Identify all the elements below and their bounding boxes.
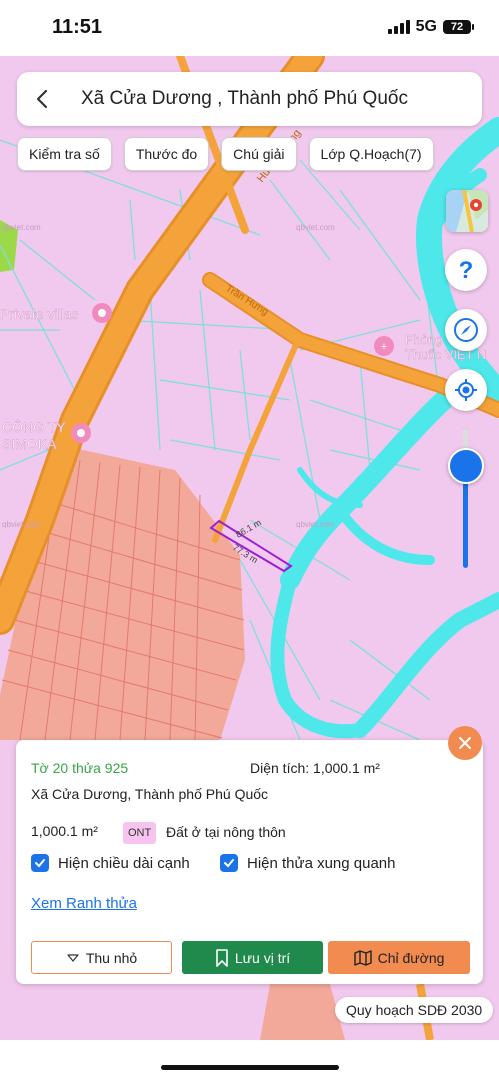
- checkbox-checked-icon: [220, 854, 238, 872]
- show-edges-label: Hiện chiều dài cạnh: [58, 854, 190, 872]
- save-location-label: Lưu vị trí: [234, 949, 291, 966]
- parcel-area-label: Diện tích: 1,000.1 m²: [250, 760, 380, 776]
- parcel-address: Xã Cửa Dương, Thành phố Phú Quốc: [31, 786, 269, 802]
- question-icon: ?: [459, 257, 474, 283]
- parcel-area-value: 1,000.1 m²: [31, 823, 98, 839]
- poi-company-label2: SIMOKA: [2, 436, 57, 452]
- poi-villa-label: Private villas: [0, 306, 79, 322]
- land-use-type: Đất ở tại nông thôn: [166, 824, 286, 840]
- help-button[interactable]: ?: [445, 249, 487, 291]
- directions-button[interactable]: Chỉ đường: [328, 941, 470, 974]
- home-indicator[interactable]: [161, 1065, 339, 1070]
- battery-icon: 72: [443, 20, 474, 34]
- poi-pharmacy-label: Phòng: [405, 332, 443, 347]
- bottom-safe-area: [0, 1040, 499, 1080]
- map-layer-icon: [446, 190, 488, 232]
- svg-text:?: ?: [459, 257, 474, 283]
- chip-check-number[interactable]: Kiểm tra số: [17, 137, 112, 171]
- close-icon: [459, 737, 471, 749]
- status-indicators: 5G 72: [387, 18, 474, 36]
- show-edges-checkbox[interactable]: Hiện chiều dài cạnh: [31, 854, 190, 872]
- land-use-code-badge: ONT: [123, 822, 157, 844]
- close-panel-button[interactable]: [448, 726, 482, 760]
- chip-legend[interactable]: Chú giải: [221, 137, 297, 171]
- map-toolbar: Kiểm tra số Thước đo Chú giải Lớp Q.Hoạc…: [17, 137, 434, 171]
- signal-icon: [387, 20, 410, 34]
- parcel-info-panel: Tờ 20 thửa 925 Diện tích: 1,000.1 m² Xã …: [16, 740, 483, 984]
- watermark-2: qbviet.com: [296, 520, 335, 529]
- edge-length-1: 86.1 m: [234, 517, 263, 539]
- watermark: qbviet.com: [2, 223, 41, 232]
- directions-label: Chỉ đường: [377, 949, 445, 966]
- map-layer-button[interactable]: [446, 190, 488, 232]
- status-bar: 11:51 5G 72: [0, 0, 499, 56]
- map-icon: [353, 949, 372, 966]
- checkbox-checked-icon: [31, 854, 49, 872]
- watermark-3: qbviet.com: [2, 520, 41, 529]
- poi-company-label: CÔNG TY: [2, 419, 66, 435]
- planning-layer-badge[interactable]: Quy hoạch SDĐ 2030: [335, 997, 494, 1023]
- parcel-id: Tờ 20 thửa 925: [31, 760, 129, 776]
- watermark-4: qbviet.com: [296, 223, 335, 232]
- chip-planning-layers[interactable]: Lớp Q.Hoạch(7): [308, 137, 434, 171]
- bookmark-icon: [216, 948, 228, 967]
- collapse-label: Thu nhỏ: [85, 949, 138, 966]
- view-boundary-link[interactable]: Xem Ranh thửa: [31, 895, 137, 912]
- compass-icon: [454, 318, 478, 342]
- show-neighbors-label: Hiện thửa xung quanh: [247, 854, 396, 872]
- status-time: 11:51: [52, 16, 103, 38]
- back-arrow-icon[interactable]: [31, 87, 55, 111]
- location-title: Xã Cửa Dương , Thành phố Phú Quốc: [81, 88, 408, 109]
- chip-measure[interactable]: Thước đo: [123, 137, 210, 171]
- compass-button[interactable]: [445, 309, 487, 351]
- svg-text:+: +: [381, 341, 387, 353]
- network-type: 5G: [415, 18, 437, 35]
- collapse-button[interactable]: Thu nhỏ: [31, 941, 172, 974]
- chevron-down-icon: [67, 953, 79, 962]
- locate-button[interactable]: [445, 369, 487, 411]
- location-header: Xã Cửa Dương , Thành phố Phú Quốc: [17, 72, 482, 126]
- save-location-button[interactable]: Lưu vị trí: [182, 941, 323, 974]
- zoom-slider-thumb[interactable]: [448, 448, 484, 484]
- show-neighbors-checkbox[interactable]: Hiện thửa xung quanh: [220, 854, 395, 872]
- locate-icon: [455, 379, 477, 401]
